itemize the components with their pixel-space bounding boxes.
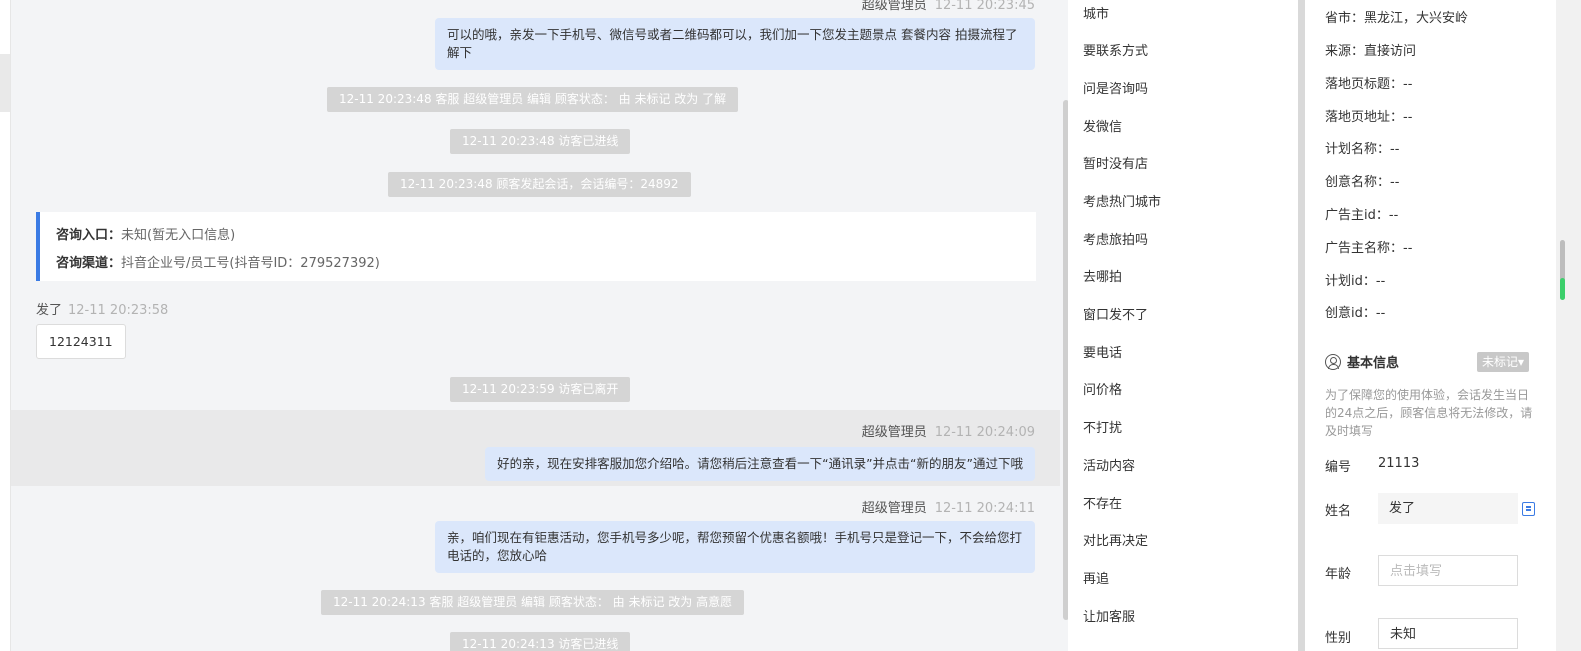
quick-reply-item[interactable]: 不存在	[1083, 493, 1122, 512]
edit-notice: 为了保障您的使用体验，会话发生当日的24点之后，顾客信息将无法修改，请及时填写	[1325, 388, 1533, 438]
info-row-plan-id: 计划id：--	[1325, 270, 1385, 289]
customer-info-panel: 省市：黑龙江，大兴安岭 来源：直接访问 落地页标题：-- 落地页地址：-- 计划…	[1305, 0, 1556, 651]
agent-message-bubble: 可以的哦，亲发一下手机号、微信号或者二维码都可以，我们加一下您发主题景点 套餐内…	[435, 18, 1035, 70]
info-value: --	[1403, 77, 1413, 92]
gender-label: 性别	[1325, 631, 1352, 646]
quick-reply-item[interactable]: 窗口发不了	[1083, 304, 1148, 323]
info-row-advertiser-id: 广告主id：--	[1325, 204, 1398, 223]
gender-field[interactable]: 未知	[1378, 618, 1518, 649]
section-title: 基本信息	[1347, 356, 1400, 371]
quick-reply-item[interactable]: 对比再决定	[1083, 530, 1148, 549]
visitor-name: 发了	[36, 303, 63, 318]
info-row-creative-id: 创意id：--	[1325, 302, 1385, 321]
customer-status-dropdown[interactable]: 未标记▾	[1477, 352, 1530, 372]
panel-divider[interactable]	[1298, 0, 1305, 651]
info-label: 计划名称：	[1325, 142, 1391, 157]
quick-reply-item[interactable]: 要电话	[1083, 342, 1122, 361]
quick-reply-item[interactable]: 活动内容	[1083, 455, 1135, 474]
name-field[interactable]: 发了	[1378, 493, 1518, 524]
info-label: 来源：	[1325, 44, 1365, 59]
quick-reply-list: 城市 要联系方式 问是咨询吗 发微信 暂时没有店 考虑热门城市 考虑旅拍吗 去哪…	[1068, 0, 1298, 651]
info-row-plan-name: 计划名称：--	[1325, 138, 1399, 157]
message-time: 12-11 20:24:11	[934, 501, 1035, 516]
info-row-source: 来源：直接访问	[1325, 40, 1416, 59]
info-value: --	[1388, 208, 1399, 223]
info-row-province: 省市：黑龙江，大兴安岭	[1325, 7, 1468, 26]
system-notice: 12-11 20:23:59 访客已离开	[450, 377, 631, 402]
message-header: 超级管理员 12-11 20:24:09	[862, 421, 1035, 440]
system-notice: 12-11 20:23:48 访客已进线	[450, 129, 631, 154]
info-value: --	[1403, 241, 1413, 256]
info-value: 直接访问	[1364, 44, 1417, 59]
quick-reply-item[interactable]: 让加客服	[1083, 606, 1135, 625]
sender-name: 超级管理员	[861, 501, 927, 516]
quick-reply-item[interactable]: 暂时没有店	[1083, 153, 1148, 172]
name-label: 姓名	[1325, 504, 1352, 519]
info-row-creative-name: 创意名称：--	[1325, 171, 1399, 190]
info-value: --	[1390, 175, 1400, 190]
user-circle-icon	[1325, 353, 1341, 370]
info-row-landing-url: 落地页地址：--	[1325, 106, 1412, 125]
info-value: --	[1390, 142, 1400, 157]
info-row-advertiser-name: 广告主名称：--	[1325, 237, 1412, 256]
info-value: 黑龙江，大兴安岭	[1364, 11, 1469, 26]
chat-history: 超级管理员 12-11 20:23:45 可以的哦，亲发一下手机号、微信号或者二维…	[11, 0, 1060, 651]
message-header: 超级管理员 12-11 20:23:45	[862, 0, 1035, 13]
collapse-tab[interactable]	[0, 54, 10, 112]
info-label: 计划id：	[1325, 274, 1376, 289]
info-row-landing-title: 落地页标题：--	[1325, 73, 1412, 92]
visitor-message-header: 发了 12-11 20:23:58	[36, 299, 168, 318]
quick-reply-item[interactable]: 要联系方式	[1083, 40, 1148, 59]
message-time: 12-11 20:23:58	[68, 303, 169, 318]
age-label: 年龄	[1325, 567, 1352, 582]
quick-reply-item[interactable]: 不打扰	[1083, 417, 1122, 436]
consult-entry-card: 咨询入口：未知(暂无入口信息) 咨询渠道：抖音企业号/员工号(抖音号ID：279…	[36, 212, 1036, 281]
sender-name: 超级管理员	[861, 0, 927, 13]
left-edge-panel	[0, 0, 11, 651]
id-label: 编号	[1325, 460, 1352, 475]
system-notice: 12-11 20:23:48 顾客发起会话，会话编号：24892	[388, 172, 691, 197]
entry-value: 未知(暂无入口信息)	[121, 228, 236, 243]
info-label: 落地页标题：	[1325, 77, 1404, 92]
system-notice: 12-11 20:24:13 访客已进线	[450, 632, 631, 651]
chat-workspace: 超级管理员 12-11 20:23:45 可以的哦，亲发一下手机号、微信号或者二维…	[0, 0, 1581, 651]
info-value: --	[1375, 274, 1386, 289]
quick-reply-item[interactable]: 再追	[1083, 568, 1109, 587]
info-value: --	[1403, 110, 1413, 125]
system-notice: 12-11 20:24:13 客服 超级管理员 编辑 顾客状态： 由 未标记 改…	[321, 590, 745, 615]
quick-reply-item[interactable]: 城市	[1083, 3, 1109, 22]
system-notice: 12-11 20:23:48 客服 超级管理员 编辑 顾客状态： 由 未标记 改…	[327, 87, 739, 112]
agent-message-bubble: 亲，咱们现在有钜惠活动，您手机号多少呢，帮您预留个优惠名额哦！手机号只是登记一下…	[435, 521, 1035, 573]
scroll-indicator	[1560, 278, 1565, 300]
agent-message-bubble: 好的亲，现在安排客服加您介绍哈。请您稍后注意查看一下“通讯录”并点击“新的朋友”…	[485, 447, 1035, 481]
message-time: 12-11 20:24:09	[934, 425, 1035, 440]
info-label: 省市：	[1325, 11, 1365, 26]
info-label: 广告主id：	[1325, 208, 1389, 223]
entry-label: 咨询入口：	[56, 228, 122, 243]
info-label: 广告主名称：	[1325, 241, 1404, 256]
sender-name: 超级管理员	[861, 425, 927, 440]
quick-reply-item[interactable]: 去哪拍	[1083, 266, 1122, 285]
message-header: 超级管理员 12-11 20:24:11	[862, 497, 1035, 516]
message-time: 12-11 20:23:45	[934, 0, 1035, 13]
basic-info-header: 基本信息	[1325, 352, 1399, 371]
id-value: 21113	[1378, 456, 1420, 471]
copy-icon[interactable]	[1522, 502, 1535, 516]
quick-reply-item[interactable]: 考虑旅拍吗	[1083, 229, 1148, 248]
channel-value: 抖音企业号/员工号(抖音号ID：279527392)	[121, 256, 380, 271]
quick-reply-item[interactable]: 问是咨询吗	[1083, 78, 1148, 97]
channel-label: 咨询渠道：	[56, 256, 122, 271]
quick-reply-item[interactable]: 发微信	[1083, 116, 1122, 135]
quick-reply-item[interactable]: 考虑热门城市	[1083, 191, 1161, 210]
info-label: 创意名称：	[1325, 175, 1391, 190]
info-label: 创意id：	[1325, 306, 1376, 321]
quick-reply-item[interactable]: 问价格	[1083, 379, 1122, 398]
visitor-message-bubble: 12124311	[36, 324, 126, 359]
info-label: 落地页地址：	[1325, 110, 1404, 125]
info-scrollbar[interactable]	[1556, 0, 1581, 651]
info-value: --	[1375, 306, 1386, 321]
age-input[interactable]: 点击填写	[1378, 555, 1518, 586]
